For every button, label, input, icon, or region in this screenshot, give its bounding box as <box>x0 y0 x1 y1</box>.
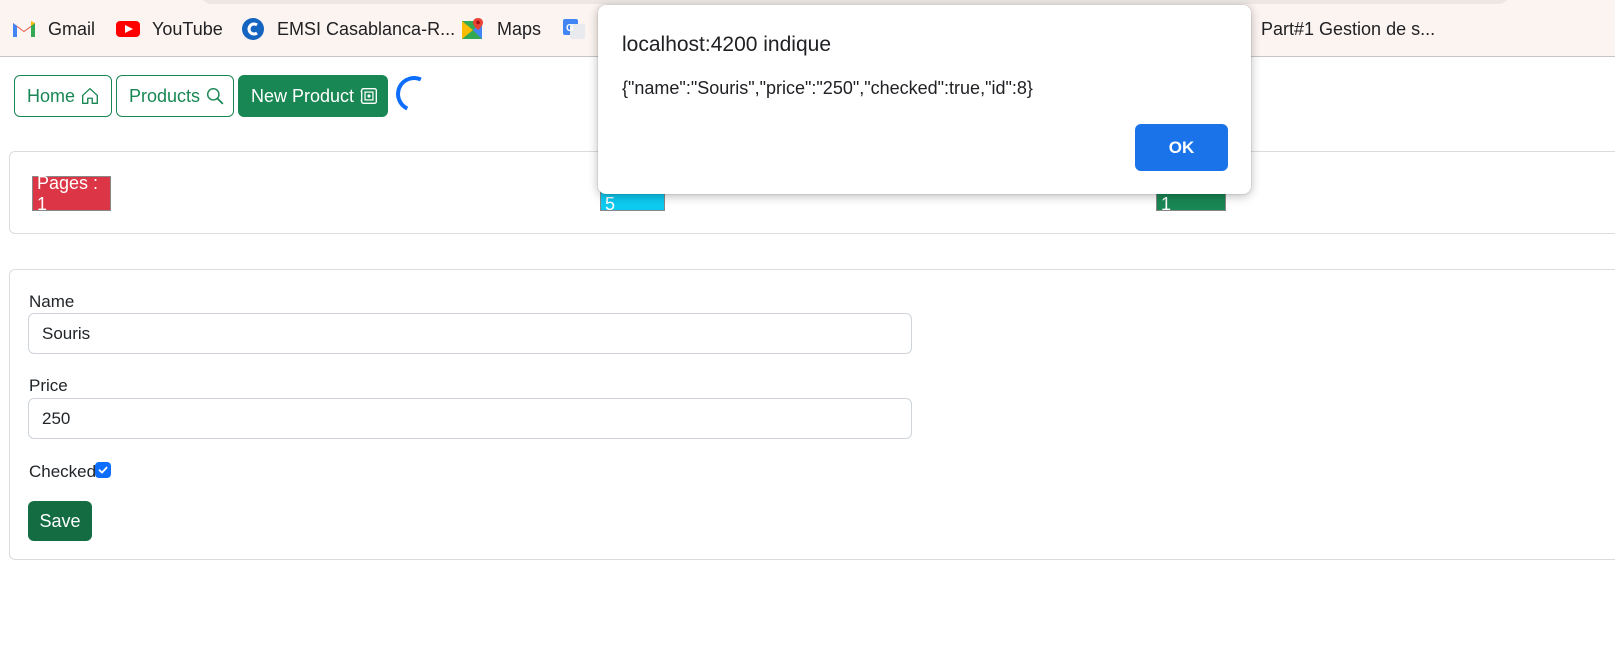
ok-button[interactable]: OK <box>1135 124 1228 171</box>
pages-badge: Pages : 1 <box>32 173 111 214</box>
gmail-icon <box>12 17 36 41</box>
bookmark-gmail[interactable]: Gmail <box>12 16 95 42</box>
svg-text:G: G <box>566 23 574 34</box>
alert-dialog: localhost:4200 indique {"name":"Souris",… <box>598 5 1251 194</box>
bookmark-label: Gmail <box>48 18 96 39</box>
bookmark-part1[interactable]: Part#1 Gestion de s... <box>1261 16 1435 42</box>
price-label: Price <box>29 376 68 395</box>
bookmark-label: Part#1 Gestion de s... <box>1261 18 1436 39</box>
google-translate-icon: G <box>562 17 586 41</box>
home-button-label: Home <box>27 85 76 106</box>
dialog-message: {"name":"Souris","price":"250","checked"… <box>622 78 1033 98</box>
checked-checkbox[interactable] <box>95 462 111 478</box>
new-product-button-label: New Product <box>251 85 355 106</box>
bookmark-youtube[interactable]: YouTube <box>116 16 223 42</box>
checkmark-icon <box>97 464 109 476</box>
search-icon <box>206 87 224 105</box>
safe-icon <box>360 87 378 105</box>
house-icon <box>81 87 99 105</box>
emsi-icon <box>241 17 265 41</box>
name-input[interactable]: Souris <box>28 313 912 354</box>
youtube-icon <box>116 17 140 41</box>
bookmark-label: EMSI Casablanca-R... <box>277 18 456 39</box>
loading-spinner <box>390 70 438 118</box>
products-button[interactable]: Products <box>116 75 234 117</box>
dialog-title: localhost:4200 indique <box>622 33 831 56</box>
new-product-button[interactable]: New Product <box>238 75 388 117</box>
save-button[interactable]: Save <box>28 501 92 541</box>
bookmark-emsi[interactable]: EMSI Casablanca-R... <box>241 16 455 42</box>
products-button-label: Products <box>129 85 201 106</box>
bookmark-label: YouTube <box>152 18 223 39</box>
bookmark-label: Maps <box>497 18 542 39</box>
name-label: Name <box>29 292 75 311</box>
tab-strip-edge <box>200 0 1510 4</box>
price-input[interactable]: 250 <box>28 398 912 439</box>
maps-icon <box>461 17 485 41</box>
bookmark-maps[interactable]: Maps <box>461 16 541 42</box>
checked-label: Checked <box>29 462 97 481</box>
home-button[interactable]: Home <box>14 75 112 117</box>
